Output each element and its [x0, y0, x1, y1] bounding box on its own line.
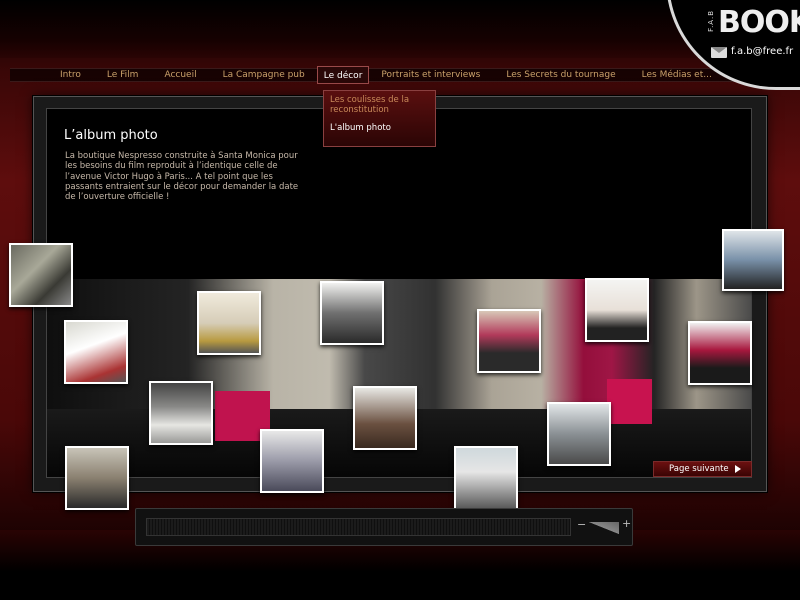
photo-thumbnail[interactable] [477, 309, 541, 373]
progress-track[interactable] [146, 518, 571, 536]
photo-thumbnail[interactable] [722, 229, 784, 291]
nav-item-accueil[interactable]: Accueil [164, 66, 196, 84]
dropdown-item-coulisses[interactable]: Les coulisses de la reconstitution [330, 95, 429, 115]
photo-thumbnail[interactable] [197, 291, 261, 355]
email-link[interactable]: f.a.b@free.fr [731, 46, 793, 57]
dropdown-item-album-photo[interactable]: L'album photo [330, 123, 429, 133]
page-description: La boutique Nespresso construite à Santa… [65, 151, 299, 203]
mail-icon [711, 47, 727, 58]
nav-item-campagne-pub[interactable]: La Campagne pub [223, 66, 305, 84]
photo-thumbnail[interactable] [260, 429, 324, 493]
next-page-button[interactable]: Page suivante [653, 461, 752, 477]
nav-dropdown: Les coulisses de la reconstitution L'alb… [323, 90, 436, 147]
boutique-counter [607, 379, 652, 424]
photo-thumbnail[interactable] [9, 243, 73, 307]
nav-item-intro[interactable]: Intro [60, 66, 81, 84]
audio-player: − + [135, 508, 633, 546]
photo-thumbnail[interactable] [688, 321, 752, 385]
nav-item-secrets-tournage[interactable]: Les Secrets du tournage [506, 66, 615, 84]
volume-down-button[interactable]: − [577, 518, 586, 531]
play-arrow-icon [735, 465, 741, 473]
brand-logo: BOOK [718, 5, 800, 40]
volume-up-button[interactable]: + [622, 517, 631, 530]
nav-item-medias[interactable]: Les Médias et... [642, 66, 712, 84]
next-page-label: Page suivante [669, 464, 729, 474]
photo-thumbnail[interactable] [320, 281, 384, 345]
nav-item-portraits[interactable]: Portraits et interviews [381, 66, 480, 84]
photo-thumbnail[interactable] [454, 446, 518, 510]
photo-thumbnail[interactable] [585, 278, 649, 342]
brand-small: F.A.B [707, 10, 715, 32]
main-nav: Intro Le Film Accueil La Campagne pub Le… [60, 66, 738, 84]
photo-thumbnail[interactable] [65, 446, 129, 510]
page-title: L’album photo [64, 128, 158, 143]
photo-thumbnail[interactable] [353, 386, 417, 450]
volume-slider[interactable] [589, 522, 619, 534]
nav-item-le-film[interactable]: Le Film [107, 66, 139, 84]
photo-thumbnail[interactable] [64, 320, 128, 384]
photo-thumbnail[interactable] [149, 381, 213, 445]
photo-thumbnail[interactable] [547, 402, 611, 466]
nav-item-le-decor[interactable]: Le décor [316, 66, 370, 84]
